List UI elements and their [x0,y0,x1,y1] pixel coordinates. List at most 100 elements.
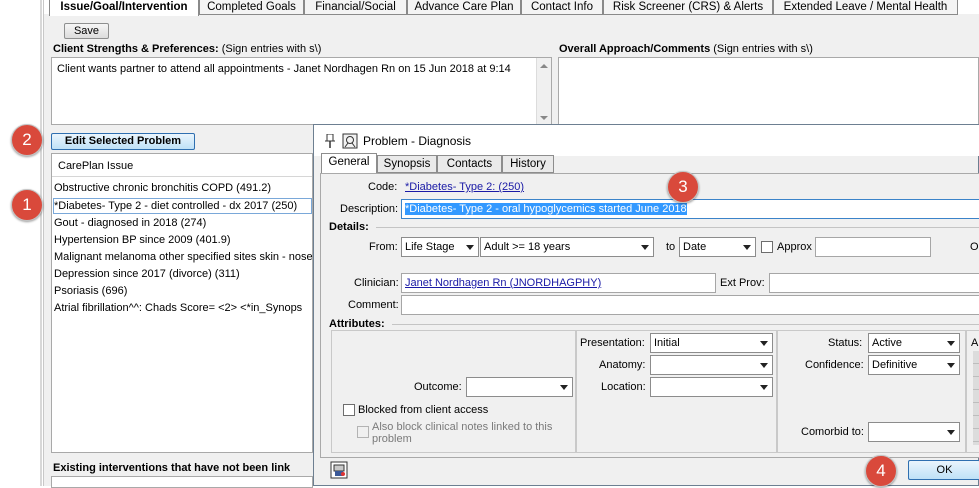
outcome-select[interactable] [466,377,573,397]
left-margin [0,0,44,486]
edit-selected-problem-button[interactable]: Edit Selected Problem [51,133,195,150]
tab-completed-goals[interactable]: Completed Goals [199,0,304,15]
dialog-tab-history[interactable]: History [502,155,554,173]
tab-bar: Issue/Goal/Intervention Completed Goals … [44,0,979,16]
blocked-label: Blocked from client access [358,404,489,416]
list-item[interactable]: Obstructive chronic bronchitis COPD (491… [54,181,271,195]
chevron-down-icon [560,385,568,390]
ok-button[interactable]: OK [908,460,979,480]
chevron-down-icon [947,341,955,346]
location-select[interactable] [650,377,773,397]
chevron-down-icon [947,363,955,368]
tab-extended-leave[interactable]: Extended Leave / Mental Health [773,0,958,15]
confidence-select[interactable]: Definitive [868,355,960,375]
careplan-header[interactable]: CarePlan Issue [52,154,312,177]
list-item[interactable]: Gout - diagnosed in 2018 (274) [54,216,206,230]
chevron-down-icon [466,245,474,250]
list-item[interactable]: Atrial fibrillation^^: Chads Score= <2> … [54,301,302,315]
to-select[interactable]: Date [679,237,756,257]
strengths-textarea[interactable]: Client wants partner to attend all appoi… [51,57,552,125]
comorbid-select[interactable] [868,422,960,442]
dialog-tab-synopsis[interactable]: Synopsis [377,155,437,173]
clinician-input[interactable]: Janet Nordhagen Rn (JNORDHAGPHY) [401,273,716,293]
presentation-select[interactable]: Initial [650,333,773,353]
pin-icon[interactable] [325,134,335,148]
a-list[interactable] [973,351,979,445]
description-selected-text: *Diabetes- Type 2 - oral hypoglycemics s… [405,203,687,215]
tab-issue-goal-intervention[interactable]: Issue/Goal/Intervention [49,0,199,16]
anatomy-label: Anatomy: [599,359,646,371]
attributes-label: Attributes: [329,318,385,330]
problem-diagnosis-dialog: Problem - Diagnosis General Synopsis Con… [313,124,979,486]
comment-input[interactable] [401,295,979,315]
dialog-tab-general[interactable]: General [321,153,377,174]
dialog-tab-contacts[interactable]: Contacts [437,155,502,173]
status-select[interactable]: Active [868,333,960,353]
chevron-down-icon [760,341,768,346]
list-item-selected[interactable]: *Diabetes- Type 2 - diet controlled - dx… [53,198,312,214]
outcome-label: Outcome: [414,381,462,393]
approx-input[interactable] [815,237,931,257]
tab-financial-social[interactable]: Financial/Social [304,0,407,15]
step-badge-4: 4 [865,455,897,487]
location-label: Location: [601,381,646,393]
chevron-down-icon [743,245,751,250]
tab-contact-info[interactable]: Contact Info [521,0,603,15]
details-label: Details: [329,221,369,233]
from-label: From: [369,241,398,253]
scroll-up-icon[interactable] [540,64,548,68]
tab-risk-screener[interactable]: Risk Screener (CRS) & Alerts [603,0,773,15]
tab-advance-care-plan[interactable]: Advance Care Plan [407,0,521,15]
from-value-select[interactable]: Adult >= 18 years [480,237,654,257]
left-divider [40,0,42,486]
anatomy-select[interactable] [650,355,773,375]
scroll-down-icon[interactable] [540,116,548,120]
comorbid-label: Comorbid to: [801,426,864,438]
attributes-divider [392,324,979,325]
diagnosis-app-icon [342,133,358,149]
approx-checkbox[interactable] [761,241,773,253]
careplan-list[interactable]: CarePlan Issue Obstructive chronic bronc… [51,153,329,453]
code-label: Code: [368,181,398,193]
confidence-label: Confidence: [805,359,864,371]
to-label: to [666,241,676,253]
step-badge-3: 3 [667,171,699,203]
chevron-down-icon [760,385,768,390]
also-block-label: Also block clinical notes linked to this… [372,421,553,445]
existing-interventions-label: Existing interventions that have not bee… [53,462,291,474]
clinician-label: Clinician: [354,277,399,289]
also-block-checkbox [357,426,369,438]
printer-icon[interactable] [330,461,348,479]
chevron-down-icon [947,430,955,435]
blocked-checkbox[interactable] [343,404,355,416]
chevron-down-icon [641,245,649,250]
dialog-title: Problem - Diagnosis [363,134,472,148]
strengths-title: Client Strengths & Preferences: (Sign en… [53,43,322,55]
description-input[interactable]: *Diabetes- Type 2 - oral hypoglycemics s… [401,199,979,219]
from-type-select[interactable]: Life Stage [401,237,479,257]
chevron-down-icon [760,363,768,368]
approach-textarea[interactable] [558,57,979,125]
existing-interventions-list[interactable] [51,476,313,488]
list-item[interactable]: Hypertension BP since 2009 (401.9) [54,233,231,247]
dialog-title-bar: Problem - Diagnosis [314,125,979,156]
approach-title: Overall Approach/Comments (Sign entries … [559,43,813,55]
save-button[interactable]: Save [64,23,109,39]
presentation-label: Presentation: [580,337,645,349]
step-badge-1: 1 [11,189,43,221]
code-link[interactable]: *Diabetes- Type 2: (250) [405,181,524,193]
strengths-scrollbar[interactable] [536,58,551,124]
details-divider [376,227,979,228]
strengths-text: Client wants partner to attend all appoi… [57,63,511,75]
a-label: A [971,337,979,349]
list-item[interactable]: Psoriasis (696) [54,284,127,298]
step-badge-2: 2 [11,124,43,156]
ext-prov-input[interactable] [769,273,979,293]
list-item[interactable]: Depression since 2017 (divorce) (311) [54,267,240,281]
list-item[interactable]: Malignant melanoma other specified sites… [54,250,329,264]
ext-prov-label: Ext Prov: [720,277,765,289]
o-label: O [970,241,979,253]
approx-label: Approx [777,241,812,253]
status-label: Status: [828,337,863,349]
description-label: Description: [340,203,399,215]
